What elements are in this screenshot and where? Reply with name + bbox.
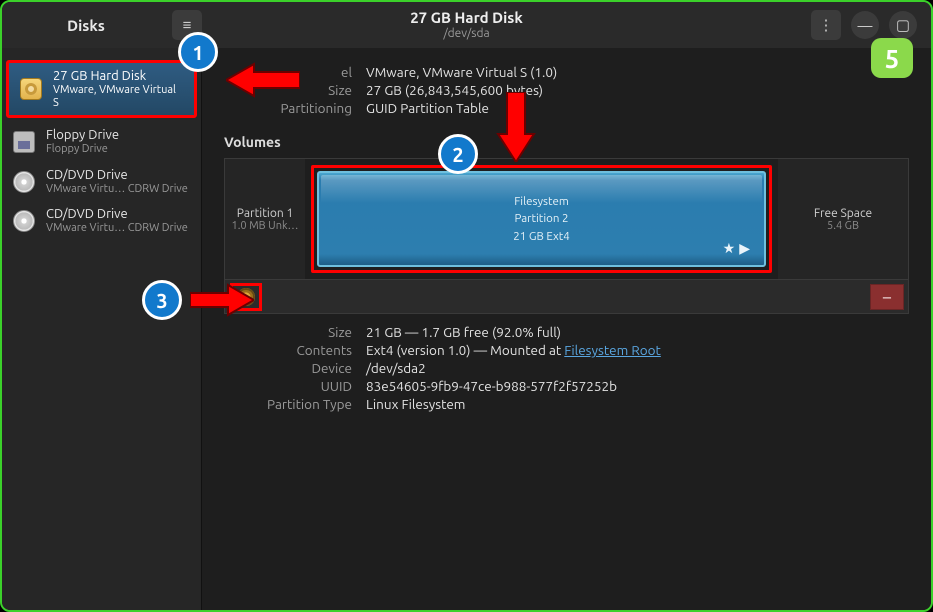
label-vol-size: Size — [224, 324, 352, 340]
device-model: VMware Virtu… CDRW Drive — [46, 222, 188, 235]
value-device: /dev/sda2 — [366, 360, 909, 376]
callout-3: 3 — [142, 280, 182, 320]
kebab-icon: ⋮ — [819, 16, 834, 34]
delete-partition-button[interactable]: − — [870, 284, 904, 310]
titlebar: Disks ≡ 27 GB Hard Disk /dev/sda ⋮ — ▢ — [2, 2, 931, 48]
free-title: Free Space — [814, 207, 872, 220]
device-model: VMware, VMware Virtual S — [53, 84, 184, 109]
app-title: Disks — [12, 17, 160, 34]
header-sub: /dev/sda — [202, 27, 731, 41]
device-cd-1[interactable]: CD/DVD Drive VMware Virtu… CDRW Drive — [2, 162, 201, 202]
callout-1: 1 — [178, 32, 218, 72]
disk-info: el VMware, VMware Virtual S (1.0) Size 2… — [224, 64, 909, 116]
volumes-heading: Volumes — [224, 134, 909, 150]
device-model: VMware Virtu… CDRW Drive — [46, 183, 188, 196]
drive-options-button[interactable]: ⋮ — [811, 10, 841, 40]
callout-2: 2 — [438, 134, 478, 174]
partition-2[interactable]: Filesystem Partition 2 21 GB Ext4 ★▶ — [305, 159, 778, 279]
star-icon: ★ — [723, 240, 740, 256]
device-hard-disk[interactable]: 27 GB Hard Disk VMware, VMware Virtual S — [9, 63, 194, 115]
window-maximize-button[interactable]: ▢ — [889, 11, 917, 39]
p1-sub: 1.0 MB Unk… — [231, 220, 298, 232]
minimize-icon: — — [858, 17, 873, 34]
minus-icon: − — [882, 287, 892, 307]
p2-line2: Partition 2 — [514, 210, 568, 227]
hamburger-icon: ≡ — [183, 16, 192, 34]
free-sub: 5.4 GB — [827, 220, 859, 232]
free-space[interactable]: Free Space 5.4 GB — [778, 159, 908, 279]
value-vol-size: 21 GB — 1.7 GB free (92.0% full) — [366, 324, 909, 340]
p1-title: Partition 1 — [237, 207, 293, 220]
device-model: Floppy Drive — [46, 143, 119, 156]
maximize-icon: ▢ — [896, 16, 910, 34]
p2-line1: Filesystem — [514, 193, 569, 210]
p2-line3: 21 GB Ext4 — [513, 228, 570, 245]
value-ptype: Linux Filesystem — [366, 396, 909, 412]
device-sidebar: 27 GB Hard Disk VMware, VMware Virtual S… — [2, 48, 202, 610]
volume-info: Size 21 GB — 1.7 GB free (92.0% full) Co… — [224, 324, 909, 412]
callout-arrow-1 — [226, 60, 300, 100]
value-model: VMware, VMware Virtual S (1.0) — [366, 64, 909, 80]
device-floppy[interactable]: Floppy Drive Floppy Drive — [2, 122, 201, 162]
value-contents: Ext4 (version 1.0) — Mounted at Filesyst… — [366, 342, 909, 358]
device-name: 27 GB Hard Disk — [53, 69, 184, 84]
device-name: Floppy Drive — [46, 128, 119, 143]
label-partitioning: Partitioning — [224, 100, 352, 116]
partition-1[interactable]: Partition 1 1.0 MB Unk… — [225, 159, 305, 279]
hard-disk-icon — [20, 78, 42, 100]
cd-icon — [13, 210, 35, 232]
label-uuid: UUID — [224, 378, 352, 394]
value-uuid: 83e54605-9fb9-47ce-b988-577f2f57252b — [366, 378, 909, 394]
callout-arrow-2 — [494, 92, 538, 162]
header-title: 27 GB Hard Disk — [202, 9, 731, 27]
value-partitioning: GUID Partition Table — [366, 100, 909, 116]
play-icon: ▶ — [739, 240, 754, 256]
volumes-diagram: Partition 1 1.0 MB Unk… Filesystem Parti… — [224, 158, 909, 280]
cd-icon — [13, 171, 35, 193]
volume-actions: − — [224, 280, 909, 314]
floppy-icon — [13, 131, 35, 153]
device-name: CD/DVD Drive — [46, 207, 188, 222]
label-ptype: Partition Type — [224, 396, 352, 412]
label-contents: Contents — [224, 342, 352, 358]
label-device: Device — [224, 360, 352, 376]
window-minimize-button[interactable]: — — [851, 11, 879, 39]
callout-arrow-3 — [190, 282, 254, 318]
filesystem-root-link[interactable]: Filesystem Root — [564, 342, 661, 358]
main-panel: el VMware, VMware Virtual S (1.0) Size 2… — [202, 48, 931, 610]
contents-text: Ext4 (version 1.0) — Mounted at — [366, 342, 564, 358]
callout-badge-5: 5 — [871, 38, 913, 78]
device-name: CD/DVD Drive — [46, 168, 188, 183]
partition-flags: ★▶ — [723, 238, 754, 259]
device-cd-2[interactable]: CD/DVD Drive VMware Virtu… CDRW Drive — [2, 201, 201, 241]
value-size: 27 GB (26,843,545,600 bytes) — [366, 82, 909, 98]
